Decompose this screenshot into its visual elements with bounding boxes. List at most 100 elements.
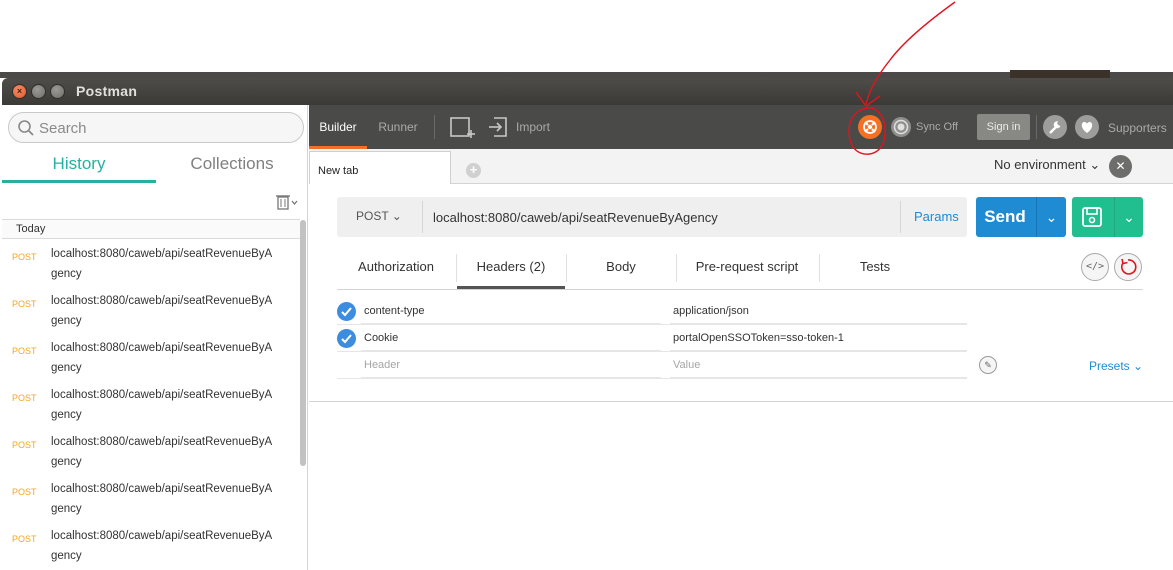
supporters-heart-button[interactable] [1075, 115, 1099, 139]
satellite-icon [863, 120, 877, 134]
request-tab[interactable]: New tab [309, 151, 451, 184]
toolbar-divider [434, 115, 435, 139]
tab-divider [819, 254, 820, 282]
reset-icon [1120, 258, 1137, 275]
sidebar-scrollbar[interactable] [300, 220, 306, 466]
check-icon [341, 307, 352, 317]
url-divider [422, 201, 423, 233]
history-url: localhost:8080/caweb/api/seatRevenueByAg… [51, 342, 273, 374]
method-select[interactable]: POST ⌄ [356, 209, 402, 223]
add-tab-button[interactable]: + [466, 163, 481, 178]
header-enabled-checkbox[interactable] [337, 329, 356, 348]
history-method: POST [12, 252, 37, 262]
environment-quicklook-button[interactable]: ✕ [1109, 155, 1132, 178]
tab-headers[interactable]: Headers (2) [457, 246, 565, 289]
runner-tab[interactable]: Runner [373, 105, 423, 149]
header-value[interactable]: portalOpenSSOToken=sso-token-1 [670, 325, 967, 351]
reset-button[interactable] [1114, 253, 1142, 281]
header-value[interactable]: application/json [670, 298, 967, 324]
main-toolbar: Builder Runner Import Sync Off Sign in S… [309, 105, 1173, 149]
send-button-group: Send ⌄ [976, 197, 1066, 237]
history-method: POST [12, 487, 37, 497]
history-item[interactable]: POST localhost:8080/caweb/api/seatRevenu… [2, 381, 300, 428]
sync-icon[interactable] [889, 115, 913, 139]
header-key-placeholder[interactable]: Header [361, 352, 661, 378]
header-row-new: Header Value [337, 352, 967, 379]
window-title: Postman [76, 83, 138, 99]
search-icon [18, 120, 34, 136]
interceptor-icon[interactable] [858, 115, 882, 139]
tab-collections[interactable]: Collections [156, 152, 308, 183]
tab-pre-request-script[interactable]: Pre-request script [677, 246, 817, 289]
bulk-edit-button[interactable]: ✎ [979, 356, 997, 374]
params-divider [900, 201, 901, 233]
presets-dropdown[interactable]: Presets ⌄ [1089, 359, 1143, 373]
history-item[interactable]: POST localhost:8080/caweb/api/seatRevenu… [2, 240, 300, 287]
supporters-link[interactable]: Supporters [1108, 105, 1167, 151]
close-window-button[interactable]: × [12, 84, 27, 99]
desktop-wallpaper-fragment [1010, 70, 1110, 78]
save-icon[interactable] [1081, 206, 1103, 228]
sign-in-button[interactable]: Sign in [977, 114, 1030, 140]
history-method: POST [12, 393, 37, 403]
request-tab-label: New tab [318, 165, 359, 177]
tab-tests[interactable]: Tests [821, 246, 929, 289]
history-url: localhost:8080/caweb/api/seatRevenueByAg… [51, 389, 273, 421]
url-input[interactable] [433, 208, 893, 226]
heart-icon [1081, 122, 1093, 133]
params-button[interactable]: Params [914, 209, 959, 224]
builder-tab[interactable]: Builder [309, 105, 367, 149]
generate-code-button[interactable]: </> [1081, 253, 1109, 281]
request-tab-bar: New tab + No environment ⌄ ✕ [309, 149, 1173, 184]
window-titlebar[interactable]: × Postman [2, 78, 1173, 105]
maximize-window-button[interactable] [50, 84, 65, 99]
import-button[interactable]: Import [516, 105, 550, 149]
sync-status: Sync Off [916, 121, 958, 133]
wrench-icon [1049, 121, 1061, 134]
tab-body[interactable]: Body [567, 246, 675, 289]
import-icon[interactable] [487, 115, 509, 139]
toolbar-divider [1036, 115, 1037, 139]
response-divider [309, 401, 1173, 402]
new-window-icon[interactable] [449, 114, 477, 140]
search-input[interactable] [39, 118, 289, 138]
tab-authorization[interactable]: Authorization [337, 246, 455, 289]
send-options-caret[interactable]: ⌄ [1036, 197, 1066, 237]
history-url: localhost:8080/caweb/api/seatRevenueByAg… [51, 436, 273, 468]
history-item[interactable]: POST localhost:8080/caweb/api/seatRevenu… [2, 475, 300, 522]
history-method: POST [12, 346, 37, 356]
header-enabled-checkbox[interactable] [337, 302, 356, 321]
url-bar: POST ⌄ Params [337, 197, 967, 237]
request-section-tabs: Authorization Headers (2) Body Pre-reque… [337, 246, 1143, 290]
history-url: localhost:8080/caweb/api/seatRevenueByAg… [51, 530, 273, 562]
tab-history[interactable]: History [2, 152, 156, 183]
header-row: content-type application/json [337, 298, 967, 325]
header-row: Cookie portalOpenSSOToken=sso-token-1 [337, 325, 967, 352]
history-method: POST [12, 534, 37, 544]
check-icon [341, 334, 352, 344]
history-item[interactable]: POST localhost:8080/caweb/api/seatRevenu… [2, 334, 300, 381]
header-key[interactable]: Cookie [361, 325, 661, 351]
settings-button[interactable] [1043, 115, 1067, 139]
history-group-header: Today [2, 219, 300, 239]
search-box[interactable] [8, 112, 304, 143]
sidebar: History Collections Today POST localhost… [2, 105, 308, 570]
history-item[interactable]: POST localhost:8080/caweb/api/seatRevenu… [2, 287, 300, 334]
clear-history-icon[interactable] [275, 193, 299, 211]
send-button[interactable]: Send [976, 197, 1034, 237]
header-key[interactable]: content-type [361, 298, 661, 324]
history-list: POST localhost:8080/caweb/api/seatRevenu… [2, 240, 300, 570]
history-url: localhost:8080/caweb/api/seatRevenueByAg… [51, 483, 273, 515]
history-url: localhost:8080/caweb/api/seatRevenueByAg… [51, 248, 273, 280]
save-button-group: ⌄ [1072, 197, 1143, 237]
history-method: POST [12, 299, 37, 309]
history-item[interactable]: POST localhost:8080/caweb/api/seatRevenu… [2, 522, 300, 569]
history-method: POST [12, 440, 37, 450]
history-item[interactable]: POST localhost:8080/caweb/api/seatRevenu… [2, 428, 300, 475]
environment-select[interactable]: No environment ⌄ [994, 157, 1100, 173]
header-value-placeholder[interactable]: Value [670, 352, 967, 378]
save-options-caret[interactable]: ⌄ [1114, 197, 1143, 237]
history-group-label: Today [16, 223, 46, 235]
history-url: localhost:8080/caweb/api/seatRevenueByAg… [51, 295, 273, 327]
minimize-window-button[interactable] [31, 84, 46, 99]
